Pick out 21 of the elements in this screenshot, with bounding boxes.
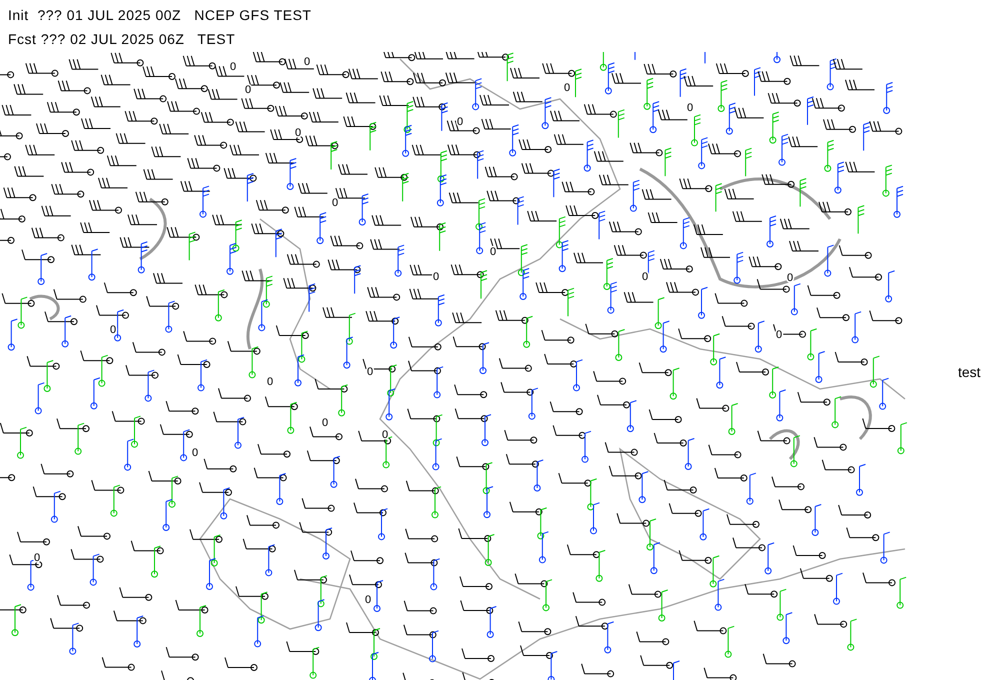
contour-label: 0 xyxy=(230,61,236,73)
forecast-time-text: Fcst ??? 02 JUL 2025 06Z TEST xyxy=(7,31,236,47)
contour-label: 0 xyxy=(322,417,328,429)
contour-label: 0 xyxy=(382,429,388,441)
contour-label: 0 xyxy=(490,246,496,258)
contour-label: 0 xyxy=(564,82,570,94)
contour-label: 0 xyxy=(642,271,648,283)
side-label: test xyxy=(958,362,981,382)
contour-label: 0 xyxy=(266,376,274,388)
contour-label: 0 xyxy=(364,594,372,606)
contour-label: 0 xyxy=(686,102,694,114)
contour-label: 0 xyxy=(110,324,116,336)
contour-label: 0 xyxy=(192,447,198,459)
contour-label: 0 xyxy=(304,56,310,68)
contour-label: 0 xyxy=(294,127,302,139)
contour-label: 0 xyxy=(34,552,40,564)
contour-label: 0 xyxy=(786,272,794,284)
contour-label: 0 xyxy=(332,197,338,209)
contour-label: 0 xyxy=(244,84,252,96)
contour-label: 0 xyxy=(456,116,464,128)
init-time-text: Init ??? 01 JUL 2025 00Z NCEP GFS TEST xyxy=(7,7,312,23)
